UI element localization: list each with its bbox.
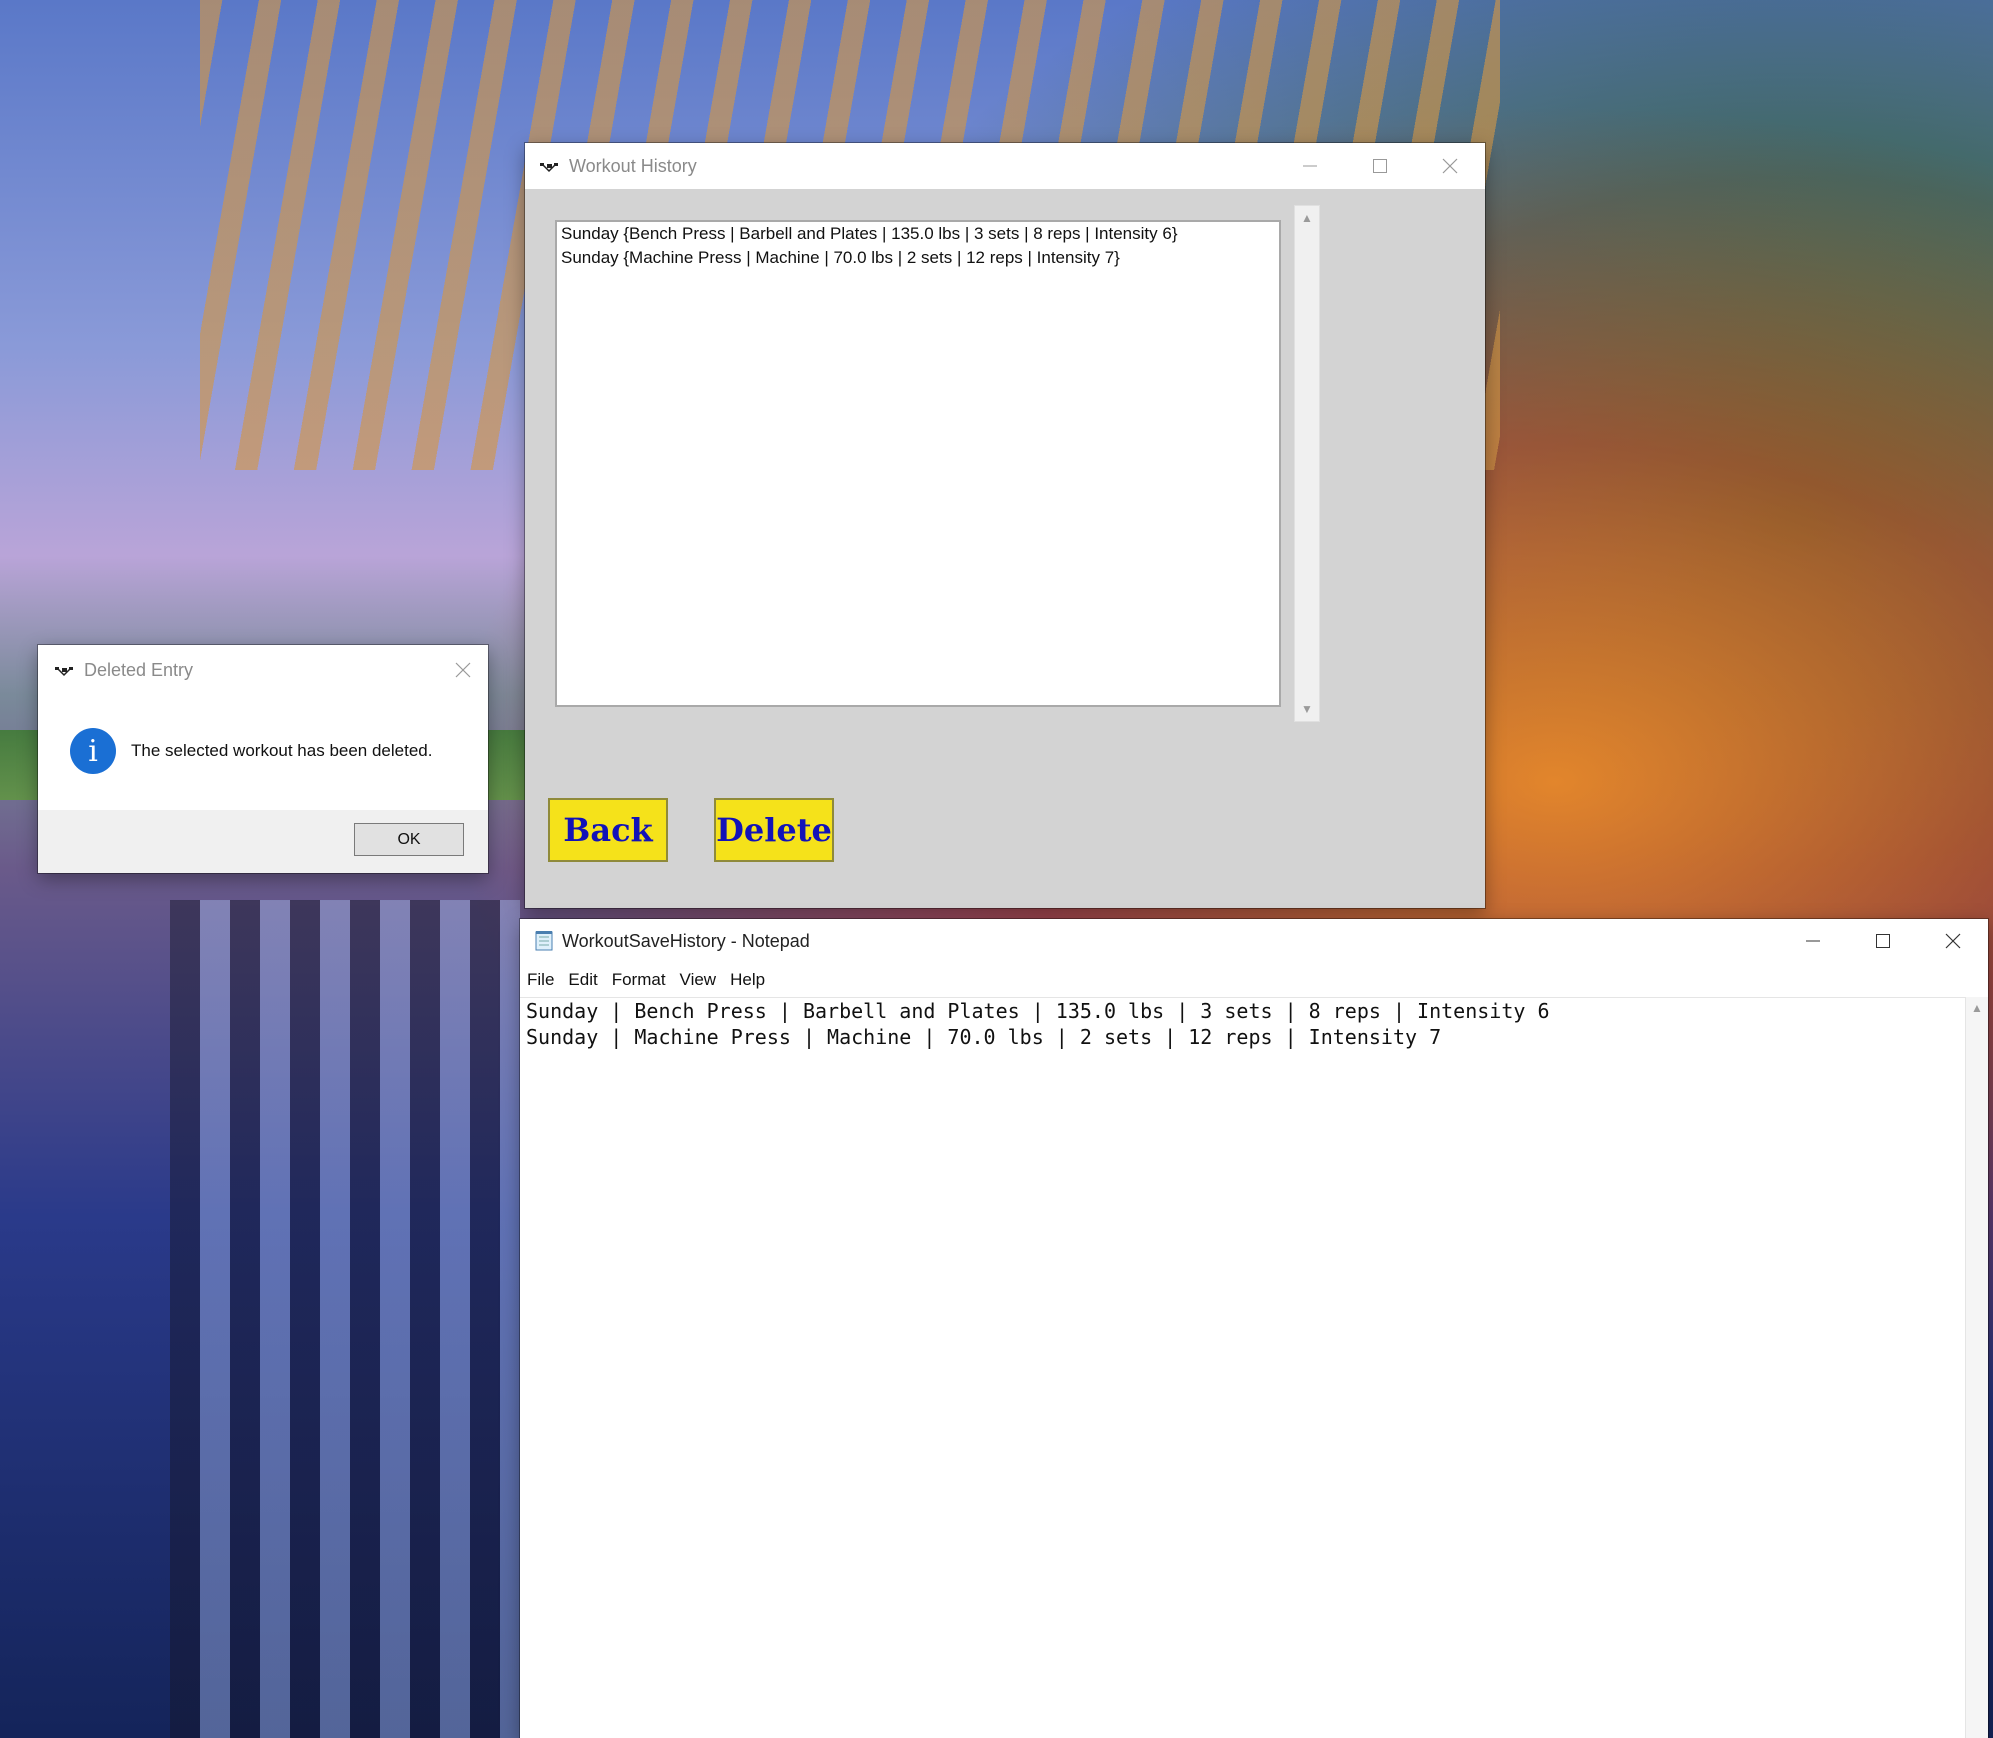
app-icon [540, 163, 558, 173]
dialog-close-button[interactable] [438, 645, 488, 695]
workout-listbox[interactable]: Sunday {Bench Press | Barbell and Plates… [555, 220, 1281, 707]
menu-format[interactable]: Format [605, 970, 673, 990]
minimize-button[interactable] [1778, 919, 1848, 963]
notepad-titlebar[interactable]: WorkoutSaveHistory - Notepad [520, 919, 1988, 963]
close-icon [1945, 933, 1961, 949]
notepad-title: WorkoutSaveHistory - Notepad [562, 930, 810, 951]
workout-history-window: Workout History Sunday {Bench Press | Ba… [525, 143, 1485, 908]
close-button[interactable] [1918, 919, 1988, 963]
workout-history-titlebar[interactable]: Workout History [525, 143, 1485, 189]
maximize-button[interactable] [1848, 919, 1918, 963]
notepad-icon [535, 931, 553, 951]
minimize-icon [1303, 165, 1317, 167]
close-icon [455, 662, 471, 678]
text-line: Sunday | Machine Press | Machine | 70.0 … [526, 1025, 1442, 1049]
delete-button[interactable]: Delete [714, 798, 834, 862]
dialog-message: The selected workout has been deleted. [131, 741, 433, 760]
ok-button[interactable]: OK [354, 823, 464, 856]
menu-edit[interactable]: Edit [561, 970, 604, 990]
notepad-scrollbar[interactable]: ▲ [1965, 997, 1988, 1738]
water-reflection [170, 900, 520, 1738]
close-button[interactable] [1415, 143, 1485, 189]
minimize-icon [1806, 940, 1820, 942]
listbox-scrollbar[interactable]: ▲ ▼ [1294, 205, 1320, 722]
menu-file[interactable]: File [520, 970, 561, 990]
list-item[interactable]: Sunday {Machine Press | Machine | 70.0 l… [557, 246, 1279, 270]
scroll-up-icon[interactable]: ▲ [1295, 208, 1319, 228]
maximize-icon [1876, 934, 1890, 948]
deleted-entry-dialog: Deleted Entry i The selected workout has… [38, 645, 488, 873]
minimize-button[interactable] [1275, 143, 1345, 189]
info-icon: i [70, 728, 116, 774]
notepad-text-area[interactable]: Sunday | Bench Press | Barbell and Plate… [520, 997, 1966, 1738]
notepad-menubar: File Edit Format View Help [520, 963, 1988, 997]
text-line: Sunday | Bench Press | Barbell and Plate… [526, 999, 1550, 1023]
close-icon [1442, 158, 1458, 174]
maximize-button[interactable] [1345, 143, 1415, 189]
dialog-title: Deleted Entry [84, 659, 194, 680]
scroll-up-icon[interactable]: ▲ [1966, 1001, 1988, 1015]
scroll-down-icon[interactable]: ▼ [1295, 699, 1319, 719]
notepad-window: WorkoutSaveHistory - Notepad File Edit F… [520, 919, 1988, 1738]
app-icon [55, 667, 73, 677]
menu-view[interactable]: View [673, 970, 724, 990]
window-title: Workout History [569, 155, 697, 176]
dialog-titlebar[interactable]: Deleted Entry [38, 645, 488, 695]
list-item[interactable]: Sunday {Bench Press | Barbell and Plates… [557, 222, 1279, 246]
menu-help[interactable]: Help [723, 970, 772, 990]
back-button[interactable]: Back [548, 798, 668, 862]
maximize-icon [1373, 159, 1387, 173]
